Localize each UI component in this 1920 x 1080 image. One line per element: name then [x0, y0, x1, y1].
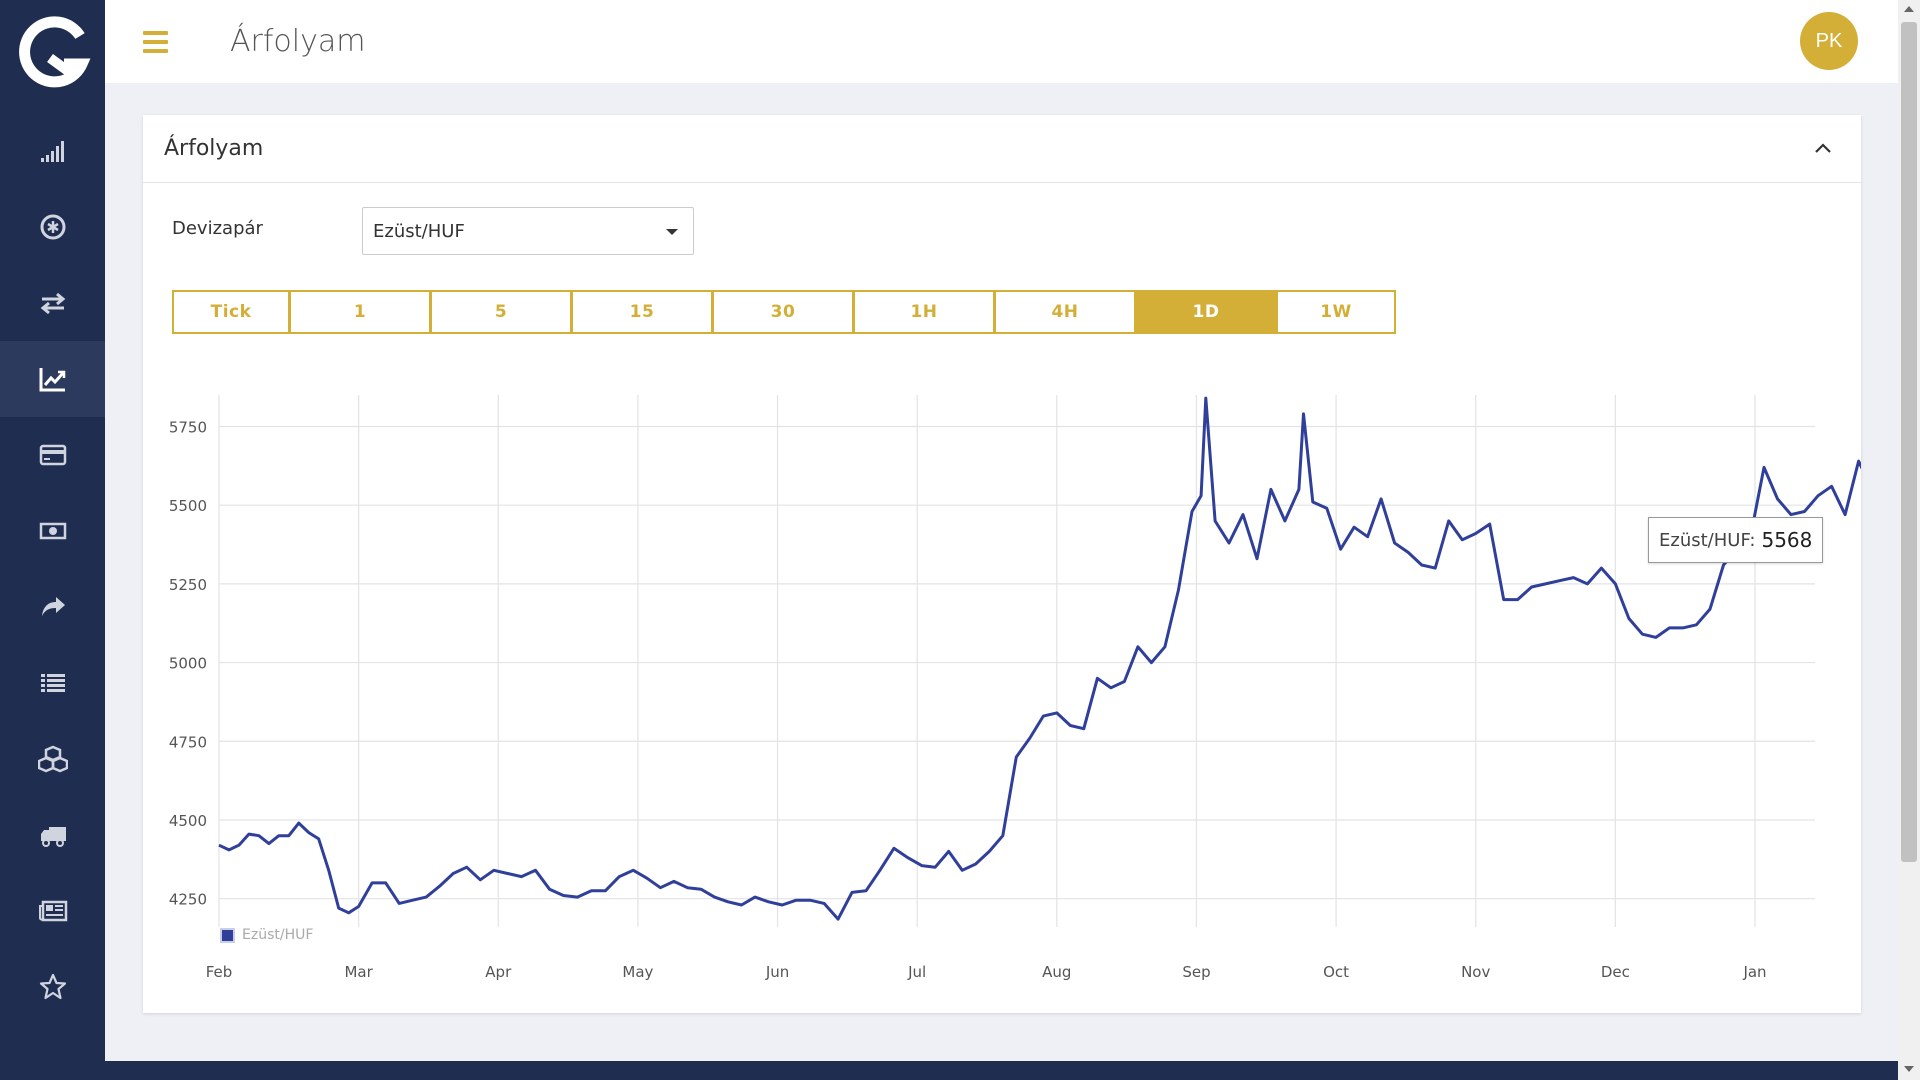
scroll-down-icon[interactable]: [1904, 1066, 1914, 1072]
nav-item-asterisk[interactable]: [0, 189, 105, 265]
x-tick-label: Apr: [485, 963, 512, 981]
y-tick-label: 4250: [169, 891, 207, 909]
nav-item-list[interactable]: [0, 645, 105, 721]
scrollbar[interactable]: [1898, 0, 1920, 1080]
price-chart-svg[interactable]: 4250 4500 4750 5000 5250 5500 5750 Feb Mar Apr May…: [143, 115, 1896, 1013]
nav-item-truck[interactable]: [0, 797, 105, 873]
nav-item-card[interactable]: [0, 417, 105, 493]
x-tick-label: Jun: [765, 963, 789, 981]
x-tick-label: Sep: [1182, 963, 1210, 981]
y-tick-label: 4750: [169, 733, 207, 751]
credit-card-icon: [39, 444, 66, 466]
x-tick-label: May: [622, 963, 653, 981]
y-tick-label: 4500: [169, 812, 207, 830]
star-icon: [39, 973, 66, 1000]
list-icon: [40, 674, 65, 692]
cubes-icon: [37, 745, 68, 773]
x-tick-label: Jan: [1742, 963, 1766, 981]
share-arrow-icon: [41, 597, 65, 616]
chart-legend[interactable]: Ezüst/HUF: [220, 927, 313, 943]
menu-toggle-icon[interactable]: [143, 31, 168, 53]
y-tick-label: 5000: [169, 655, 207, 673]
tooltip-value: 5568: [1761, 528, 1813, 552]
x-tick-label: Dec: [1601, 963, 1630, 981]
nav-item-transfer[interactable]: [0, 265, 105, 341]
nav-item-chart[interactable]: [0, 341, 105, 417]
footer-bar: [105, 1061, 1898, 1080]
legend-series-name: Ezüst/HUF: [242, 927, 314, 943]
nav-item-share[interactable]: [0, 569, 105, 645]
transfer-arrows-icon: [40, 292, 65, 315]
legend-swatch: [220, 927, 235, 943]
exchange-rate-card: Árfolyam Devizapár Ezüst/HUF Tick 1 5 15…: [143, 115, 1896, 1013]
snowflake-icon: [40, 214, 65, 240]
y-tick-label: 5250: [169, 576, 207, 594]
newspaper-icon: [38, 900, 67, 922]
line-chart-icon: [39, 368, 65, 392]
banknote-icon: [39, 522, 66, 540]
avatar[interactable]: PK: [1800, 12, 1858, 70]
x-tick-label: Feb: [206, 963, 233, 981]
top-bar: Árfolyam PK: [105, 0, 1898, 83]
signal-bars-icon: [40, 141, 64, 162]
nav-item-money[interactable]: [0, 493, 105, 569]
y-tick-label: 5750: [169, 418, 207, 436]
nav-item-dashboard[interactable]: [0, 113, 105, 189]
price-chart: 4250 4500 4750 5000 5250 5500 5750 Feb Mar Apr May…: [143, 115, 1896, 1013]
logo-icon[interactable]: [14, 14, 92, 96]
scroll-up-icon[interactable]: [1904, 6, 1914, 12]
nav-item-favorites[interactable]: [0, 949, 105, 1025]
nav-item-cubes[interactable]: [0, 721, 105, 797]
tooltip-label: Ezüst/HUF:: [1659, 529, 1756, 551]
series-line-ezust-huf: [218, 396, 1887, 921]
x-tick-label: Nov: [1461, 963, 1490, 981]
x-tick-label: Jul: [907, 963, 926, 981]
nav-item-news[interactable]: [0, 873, 105, 949]
y-tick-label: 5500: [169, 497, 207, 515]
x-tick-label: Aug: [1042, 963, 1071, 981]
scrollbar-thumb[interactable]: [1901, 22, 1917, 862]
truck-icon: [40, 827, 66, 847]
x-tick-label: Mar: [344, 963, 373, 981]
chart-tooltip: Ezüst/HUF: 5568: [1648, 517, 1824, 563]
x-tick-label: Oct: [1323, 963, 1349, 981]
page-title: Árfolyam: [230, 24, 366, 59]
sidebar: [0, 0, 105, 1080]
